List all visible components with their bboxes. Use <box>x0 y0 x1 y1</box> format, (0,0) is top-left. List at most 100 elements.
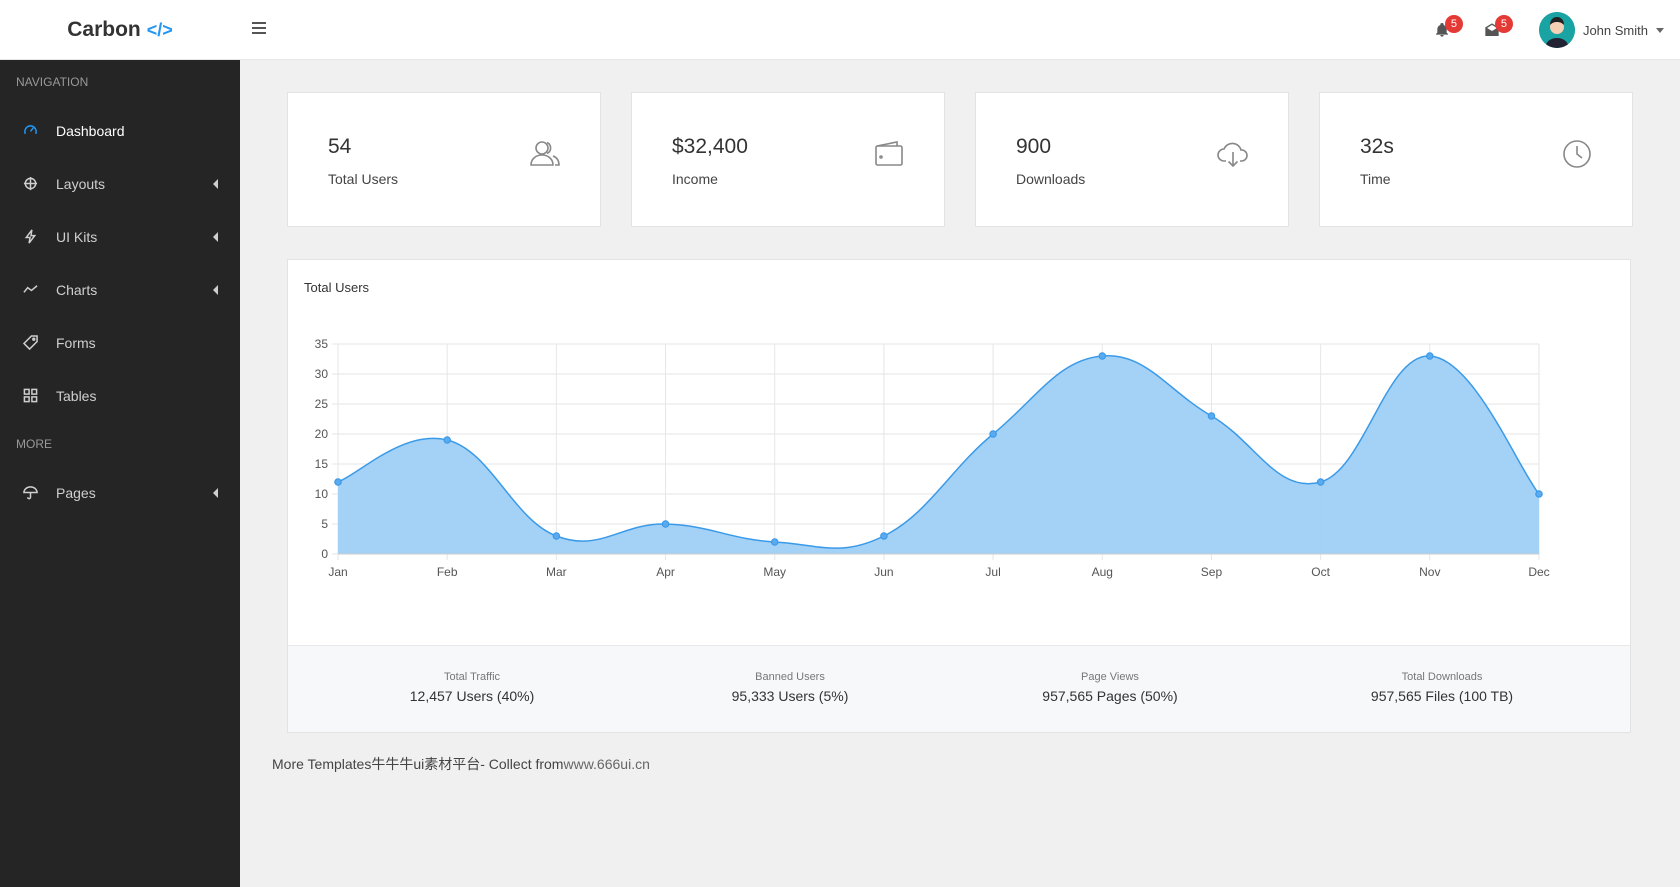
nav-section-title: NAVIGATION <box>16 75 89 89</box>
stat-banned-users: Banned Users 95,333 Users (5%) <box>732 671 849 704</box>
stat-card-value: 900 <box>1016 135 1052 158</box>
caret-left-icon <box>213 178 218 189</box>
sidebar-item-pages[interactable]: Pages <box>0 466 240 519</box>
stat-label: Total Traffic <box>443 671 501 683</box>
sidebar-item-label: Tables <box>56 387 97 404</box>
x-tick-label: Nov <box>1419 565 1440 579</box>
stat-total-traffic: Total Traffic 12,457 Users (40%) <box>410 671 535 704</box>
caret-left-icon <box>213 231 218 242</box>
y-tick-label: 15 <box>315 457 329 471</box>
x-tick-label: Mar <box>546 565 567 579</box>
stat-card-label: Downloads <box>1016 171 1086 187</box>
sidebar-item-tables[interactable]: Tables <box>0 369 240 422</box>
wallet-icon <box>875 141 903 166</box>
sidebar-item-forms[interactable]: Forms <box>0 316 240 369</box>
brand-code-icon: </> <box>146 19 173 40</box>
data-point <box>1535 490 1543 498</box>
sidebar-item-layouts[interactable]: Layouts <box>0 157 240 210</box>
stat-value: 12,457 Users (40%) <box>409 688 535 704</box>
bolt-icon <box>24 229 36 244</box>
sidebar-item-ui-kits[interactable]: UI Kits <box>0 210 240 263</box>
stat-value: 957,565 Files (100 TB) <box>1370 688 1514 704</box>
stat-card-total-users: 54 Total Users <box>287 92 601 227</box>
data-point <box>552 532 561 540</box>
stat-page-views: Page Views 957,565 Pages (50%) <box>1042 671 1177 704</box>
caret-left-icon <box>213 487 218 498</box>
stat-card-value: 32s <box>1360 135 1394 158</box>
footer-text: More Templates牛牛牛ui素材平台- Collect from <box>272 756 564 772</box>
total-users-chart-card: Total Users 0 5 10 15 20 25 30 35 Jan Feb Mar Apr Ma… <box>287 259 1631 733</box>
sidebar-item-label: Dashboard <box>56 122 125 139</box>
chart-summary-stats: Total Traffic 12,457 Users (40%) Banned … <box>288 645 1630 732</box>
header-actions: 5 5 John Smith <box>1427 0 1680 60</box>
messages-badge: 5 <box>1494 15 1513 33</box>
series-area <box>338 355 1539 554</box>
user-name: John Smith <box>1582 22 1648 38</box>
data-point <box>1426 352 1434 360</box>
cloud-download-icon <box>1217 142 1248 168</box>
stat-card-value: 54 <box>328 135 352 158</box>
sidebar-item-label: Pages <box>56 484 96 501</box>
notifications-button[interactable]: 5 <box>1427 15 1463 45</box>
sidebar: NAVIGATION Dashboard Layouts UI Kits Cha… <box>0 60 240 887</box>
stat-label: Page Views <box>1081 671 1139 683</box>
x-tick-label: May <box>763 565 786 579</box>
notifications-badge: 5 <box>1444 15 1463 33</box>
y-tick-label: 10 <box>315 487 329 501</box>
data-point <box>1207 412 1216 420</box>
user-menu[interactable]: John Smith <box>1538 12 1664 48</box>
y-tick-label: 0 <box>321 547 328 561</box>
y-tick-label: 35 <box>315 337 329 351</box>
stat-value: 957,565 Pages (50%) <box>1042 688 1178 704</box>
data-point <box>334 478 342 486</box>
stat-value: 95,333 Users (5%) <box>731 688 849 704</box>
sidebar-item-label: Charts <box>56 281 98 298</box>
stat-total-downloads: Total Downloads 957,565 Files (100 TB) <box>1371 671 1513 704</box>
total-users-chart: 0 5 10 15 20 25 30 35 Jan Feb Mar Apr May Jun Jul Aug Se… <box>315 337 1550 579</box>
data-point <box>880 532 888 540</box>
data-point <box>770 538 779 546</box>
sidebar-item-dashboard[interactable]: Dashboard <box>0 104 240 157</box>
y-tick-label: 25 <box>315 397 329 411</box>
line-chart-icon <box>22 285 38 293</box>
x-tick-label: Jun <box>874 565 893 579</box>
brand-logo[interactable]: Carbon </> <box>0 0 240 60</box>
avatar <box>1538 12 1575 48</box>
y-tick-label: 5 <box>321 517 328 531</box>
stat-card-value: $32,400 <box>672 135 748 158</box>
data-point <box>989 430 997 438</box>
brand-name: Carbon <box>67 18 141 41</box>
chevron-down-icon <box>1656 27 1664 33</box>
more-section-title: MORE <box>16 437 52 451</box>
footer-link[interactable]: www.666ui.cn <box>563 756 649 772</box>
menu-toggle-icon[interactable] <box>252 22 266 36</box>
sidebar-item-label: Forms <box>56 334 96 351</box>
x-tick-label: Oct <box>1311 565 1330 579</box>
crosshair-icon <box>23 176 37 191</box>
users-icon <box>530 141 560 166</box>
stat-card-label: Total Users <box>328 171 399 187</box>
stat-cards: 54 Total Users $32,400 Income 900 Downlo… <box>287 92 1633 227</box>
stat-card-downloads: 900 Downloads <box>975 92 1289 227</box>
x-tick-label: Dec <box>1528 565 1549 579</box>
x-tick-label: Jan <box>328 565 347 579</box>
stat-card-label: Time <box>1360 171 1391 187</box>
y-tick-label: 30 <box>315 367 329 381</box>
messages-button[interactable]: 5 <box>1477 15 1513 45</box>
x-tick-label: Jul <box>985 565 1000 579</box>
data-point <box>661 520 670 528</box>
y-tick-label: 20 <box>315 427 329 441</box>
umbrella-icon <box>22 486 38 500</box>
sidebar-item-label: Layouts <box>56 175 106 192</box>
clock-icon <box>1563 140 1591 168</box>
stat-card-time: 32s Time <box>1319 92 1633 227</box>
x-tick-label: Apr <box>656 565 675 579</box>
main-content: 54 Total Users $32,400 Income 900 Downlo… <box>240 60 1680 887</box>
gauge-icon <box>23 125 37 135</box>
sidebar-item-charts[interactable]: Charts <box>0 263 240 316</box>
x-tick-label: Feb <box>437 565 458 579</box>
caret-left-icon <box>213 284 218 295</box>
top-bar: Carbon </> 5 5 John Smith <box>0 0 1680 60</box>
grid-icon <box>23 388 37 403</box>
data-point <box>443 436 451 444</box>
